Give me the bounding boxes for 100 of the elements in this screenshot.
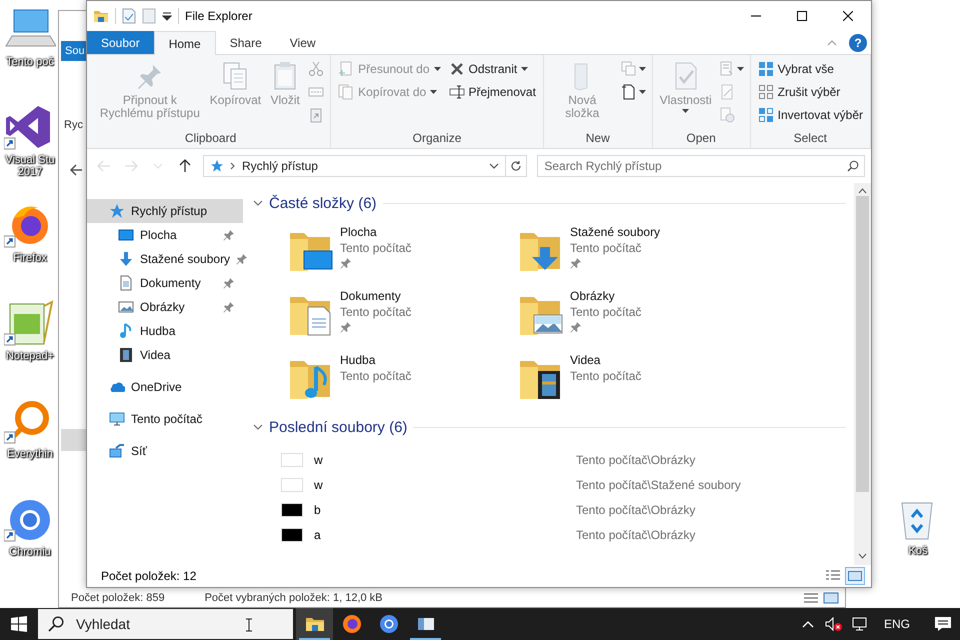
caret-icon: [521, 67, 528, 71]
nav-item[interactable]: Ryc: [61, 119, 83, 131]
ribbon-button[interactable]: Vybrat vše: [754, 58, 866, 80]
nav-item[interactable]: Rychlý přístup: [87, 199, 243, 223]
help-button[interactable]: ?: [849, 34, 867, 52]
search-field[interactable]: Search Rychlý přístup: [537, 155, 865, 177]
chevron-down-icon: [858, 553, 867, 559]
checkmark-page-icon: [122, 8, 136, 24]
folder-name[interactable]: Hudba: [340, 353, 412, 368]
stacked-pages-icon: [620, 61, 637, 77]
file-path: Tento počítač\Stažené soubory: [576, 478, 741, 492]
open-icon: [718, 61, 735, 77]
ribbon-button[interactable]: Zrušit výběr: [754, 81, 866, 103]
chevron-right-icon: [230, 162, 236, 170]
folder-name[interactable]: Videa: [570, 353, 642, 368]
history-icon: [718, 107, 735, 123]
dropdown-icon: [162, 11, 172, 21]
file-path: Tento počítač\Obrázky: [576, 528, 696, 542]
chevron-up-icon: [858, 188, 867, 194]
network-icon: [109, 443, 125, 459]
folder-location: Tento počítač: [570, 305, 642, 320]
invert-selection-icon: [758, 107, 774, 123]
desktop-shortcut[interactable]: Tento poč: [0, 6, 60, 82]
tiles-view-icon: [823, 591, 839, 605]
file-name[interactable]: a: [303, 528, 576, 542]
nav-item[interactable]: OneDrive: [87, 375, 243, 399]
scrollbar[interactable]: [854, 183, 871, 565]
ribbon-tab[interactable]: Soubor: [87, 31, 154, 54]
windows-logo-icon: [11, 616, 27, 632]
ribbon-group-label: Organize: [412, 130, 462, 147]
status-text: Počet položek: 859: [71, 592, 165, 604]
ribbon-group-label: Open: [685, 130, 717, 147]
folder-name[interactable]: Plocha: [340, 225, 412, 240]
address-bar[interactable]: Rychlý přístup: [202, 155, 506, 177]
desktop-shortcut[interactable]: Chromiu: [0, 496, 60, 572]
section-header[interactable]: Časté složky (6): [253, 194, 377, 212]
select-all-icon: [758, 61, 774, 77]
download-arrow-icon: [118, 251, 134, 267]
desktop-shortcut[interactable]: Notepad+: [0, 300, 60, 376]
ribbon-group-label: New: [584, 130, 611, 147]
star-icon: [210, 159, 224, 173]
desktop-shortcut[interactable]: Koš: [888, 495, 948, 571]
chevron-up-icon: [802, 620, 814, 628]
search-field[interactable]: Vyhledat: [38, 609, 293, 639]
copy-to-icon: [338, 84, 354, 100]
nav-item[interactable]: Hudba: [87, 319, 243, 343]
ribbon-tab[interactable]: Home: [154, 31, 216, 55]
music-note-icon: [118, 323, 134, 339]
refresh-button[interactable]: [506, 155, 528, 177]
ribbon-tab[interactable]: Share: [216, 31, 276, 54]
select-none-icon: [758, 84, 774, 100]
ribbon-button[interactable]: Odstranit: [446, 58, 539, 80]
item-count: Počet položek: 12: [101, 569, 196, 583]
ribbon-group-label: Select: [792, 130, 828, 147]
desktop-shortcut[interactable]: Everythin: [0, 398, 60, 474]
nav-item[interactable]: Stažené soubory: [87, 247, 243, 271]
file-name[interactable]: w: [303, 452, 576, 466]
folder-location: Tento počítač: [570, 369, 642, 384]
desktop-shortcut[interactable]: Visual Stu 2017: [0, 104, 60, 180]
refresh-icon: [510, 160, 522, 172]
caret-icon: [638, 67, 646, 71]
chevron-down-icon: [489, 163, 500, 169]
paste-shortcut-icon: [308, 107, 324, 123]
breadcrumb-item[interactable]: Rychlý přístup: [242, 159, 318, 173]
chevron-down-icon: [253, 422, 263, 432]
nav-item[interactable]: Dokumenty: [87, 271, 243, 295]
ribbon-tab[interactable]: View: [276, 31, 330, 54]
nav-item[interactable]: Videa: [87, 343, 243, 367]
folder-name[interactable]: Stažené soubory: [570, 225, 660, 240]
folder-location: Tento počítač: [340, 305, 412, 320]
notification-icon: [934, 616, 952, 632]
caret-icon: [682, 109, 690, 113]
status-text: Počet vybraných položek: 1, 12,0 kB: [204, 592, 383, 604]
file-name[interactable]: w: [303, 478, 576, 492]
nav-item[interactable]: Obrázky: [87, 295, 243, 319]
view-toggle[interactable]: [845, 567, 865, 585]
folder-outline-icon: [142, 8, 156, 24]
ribbon-button[interactable]: Invertovat výběr: [754, 104, 866, 126]
film-strip-icon: [118, 347, 134, 363]
new-item-icon: [620, 84, 637, 100]
nav-item[interactable]: Síť: [87, 439, 243, 463]
nav-item[interactable]: Tento počítač: [87, 407, 243, 431]
ribbon-button[interactable]: Přejmenovat: [446, 81, 539, 103]
desktop-shortcut[interactable]: Firefox: [0, 202, 60, 278]
folder-name[interactable]: Dokumenty: [340, 289, 412, 304]
rename-icon: [448, 84, 465, 100]
forward-arrow-icon: [123, 158, 140, 174]
taskbar-button[interactable]: [296, 608, 333, 640]
file-name[interactable]: b: [303, 502, 576, 516]
scrollbar-thumb[interactable]: [856, 196, 869, 492]
folder-name[interactable]: Obrázky: [570, 289, 642, 304]
nav-item[interactable]: Plocha: [87, 223, 243, 247]
back-arrow-icon: [69, 163, 83, 177]
notepad-icon: [4, 300, 56, 346]
folder-location: Tento počítač: [340, 241, 412, 256]
language-indicator[interactable]: ENG: [884, 617, 910, 631]
section-header[interactable]: Poslední soubory (6): [253, 418, 408, 436]
scissors-icon: [308, 61, 324, 77]
document-icon: [118, 275, 134, 291]
star-icon: [109, 203, 125, 219]
